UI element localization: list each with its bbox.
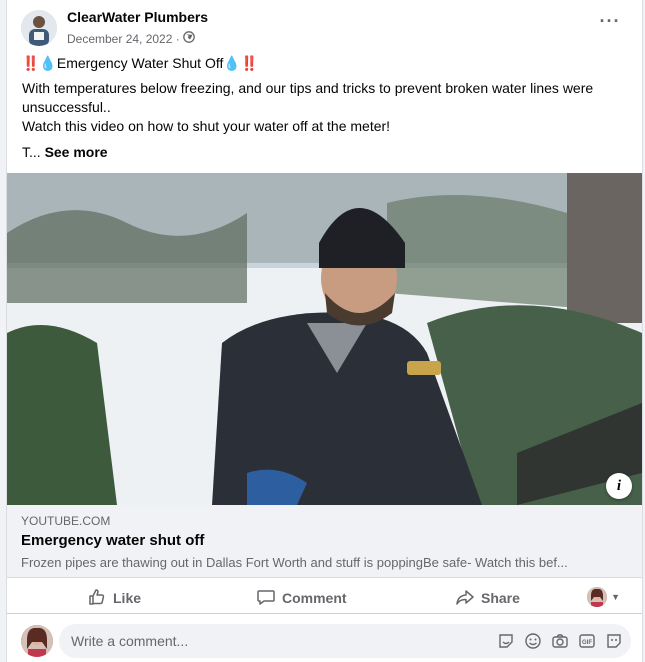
comment-button[interactable]: Comment <box>256 584 347 612</box>
share-label: Share <box>481 590 520 606</box>
gif-icon[interactable]: GIF <box>578 632 596 650</box>
truncated-text: T... <box>22 144 45 160</box>
post-title-line: ‼️💧Emergency Water Shut Off💧‼️ <box>22 55 259 71</box>
post-truncated: T... See more <box>22 143 626 162</box>
camera-icon[interactable] <box>551 632 569 650</box>
comment-label: Comment <box>282 590 347 606</box>
like-button[interactable]: Like <box>87 584 141 612</box>
page-name[interactable]: ClearWater Plumbers <box>67 9 208 25</box>
post-header: ClearWater Plumbers December 24, 2022 · … <box>7 0 642 50</box>
chevron-down-icon: ▼ <box>611 592 620 602</box>
share-button[interactable]: Share <box>455 584 520 612</box>
info-icon[interactable]: i <box>606 473 632 499</box>
link-preview[interactable]: YOUTUBE.COM Emergency water shut off Fro… <box>7 505 642 578</box>
user-avatar <box>587 587 608 607</box>
post-meta: December 24, 2022 · <box>67 31 195 46</box>
see-more-link[interactable]: See more <box>45 144 108 160</box>
like-label: Like <box>113 590 142 606</box>
video-frame-image <box>7 173 642 505</box>
link-title[interactable]: Emergency water shut off <box>21 532 204 549</box>
page-avatar[interactable] <box>21 10 57 46</box>
user-avatar[interactable] <box>21 625 53 657</box>
more-options-icon[interactable]: ··· <box>598 12 622 34</box>
emoji-icon[interactable] <box>524 632 542 650</box>
link-domain: YOUTUBE.COM <box>21 514 111 528</box>
post-body-line: Watch this video on how to shut your wat… <box>22 118 391 134</box>
svg-text:GIF: GIF <box>582 640 592 646</box>
post-date[interactable]: December 24, 2022 · <box>67 32 180 46</box>
post-text: ‼️💧Emergency Water Shut Off💧‼️ With temp… <box>22 54 626 162</box>
reaction-profile-selector[interactable]: ▼ <box>587 587 620 607</box>
video-thumbnail[interactable]: i <box>7 173 642 505</box>
share-arrow-icon <box>455 587 481 610</box>
comment-tools: GIF <box>497 632 623 650</box>
globe-icon <box>182 31 195 46</box>
sticker-icon[interactable] <box>497 632 515 650</box>
comment-input[interactable] <box>71 624 491 658</box>
avatar-sticker-icon[interactable] <box>605 632 623 650</box>
comment-box: GIF <box>59 624 631 658</box>
post-card: ClearWater Plumbers December 24, 2022 · … <box>6 0 643 662</box>
speech-bubble-icon <box>256 587 282 610</box>
link-description: Frozen pipes are thawing out in Dallas F… <box>21 555 568 570</box>
post-body-line: With temperatures below freezing, and ou… <box>22 80 594 115</box>
post-actions: Like Comment Share ▼ <box>7 580 642 614</box>
comment-composer: GIF <box>7 620 642 662</box>
thumbs-up-icon <box>87 587 113 610</box>
